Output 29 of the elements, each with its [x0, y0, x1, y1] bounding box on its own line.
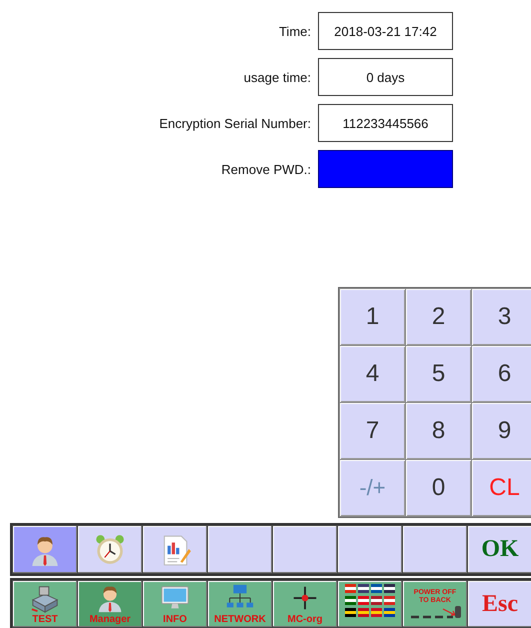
input-field[interactable]	[318, 150, 453, 188]
keypad-key[interactable]: 0	[406, 460, 471, 516]
menu-tab[interactable]	[338, 581, 402, 627]
toolbar-button[interactable]	[273, 526, 337, 574]
flags-icon	[344, 583, 396, 620]
keypad-key[interactable]: 7	[340, 403, 405, 459]
field-label: Time:	[278, 24, 311, 38]
toolbar-button[interactable]	[143, 526, 207, 574]
toolbar-button[interactable]	[13, 526, 77, 574]
keypad-key[interactable]: 2	[406, 289, 471, 345]
field-label: Remove PWD.:	[220, 162, 311, 176]
keypad-key[interactable]: 6	[472, 346, 531, 402]
field-label: Encryption Serial Number:	[158, 116, 311, 130]
keypad-key[interactable]: 4	[340, 346, 405, 402]
keypad-key[interactable]: 3	[472, 289, 531, 345]
keypad-key[interactable]: 1	[340, 289, 405, 345]
input-field[interactable]: 2018-03-21 17:42	[318, 12, 453, 50]
keypad-key[interactable]: 9	[472, 403, 531, 459]
toolbar-button[interactable]	[403, 526, 467, 574]
toolbar-button[interactable]	[78, 526, 142, 574]
alarm-clock-icon	[93, 532, 127, 567]
toolbar-button[interactable]	[208, 526, 272, 574]
keypad-key[interactable]: 8	[406, 403, 471, 459]
input-field[interactable]: 112233445566	[318, 104, 453, 142]
toolbar-button[interactable]: OK	[468, 526, 531, 574]
input-field[interactable]: 0 days	[318, 58, 453, 96]
field-label: usage time:	[242, 70, 311, 84]
toolbar-button[interactable]	[338, 526, 402, 574]
keypad-key[interactable]: 5	[406, 346, 471, 402]
